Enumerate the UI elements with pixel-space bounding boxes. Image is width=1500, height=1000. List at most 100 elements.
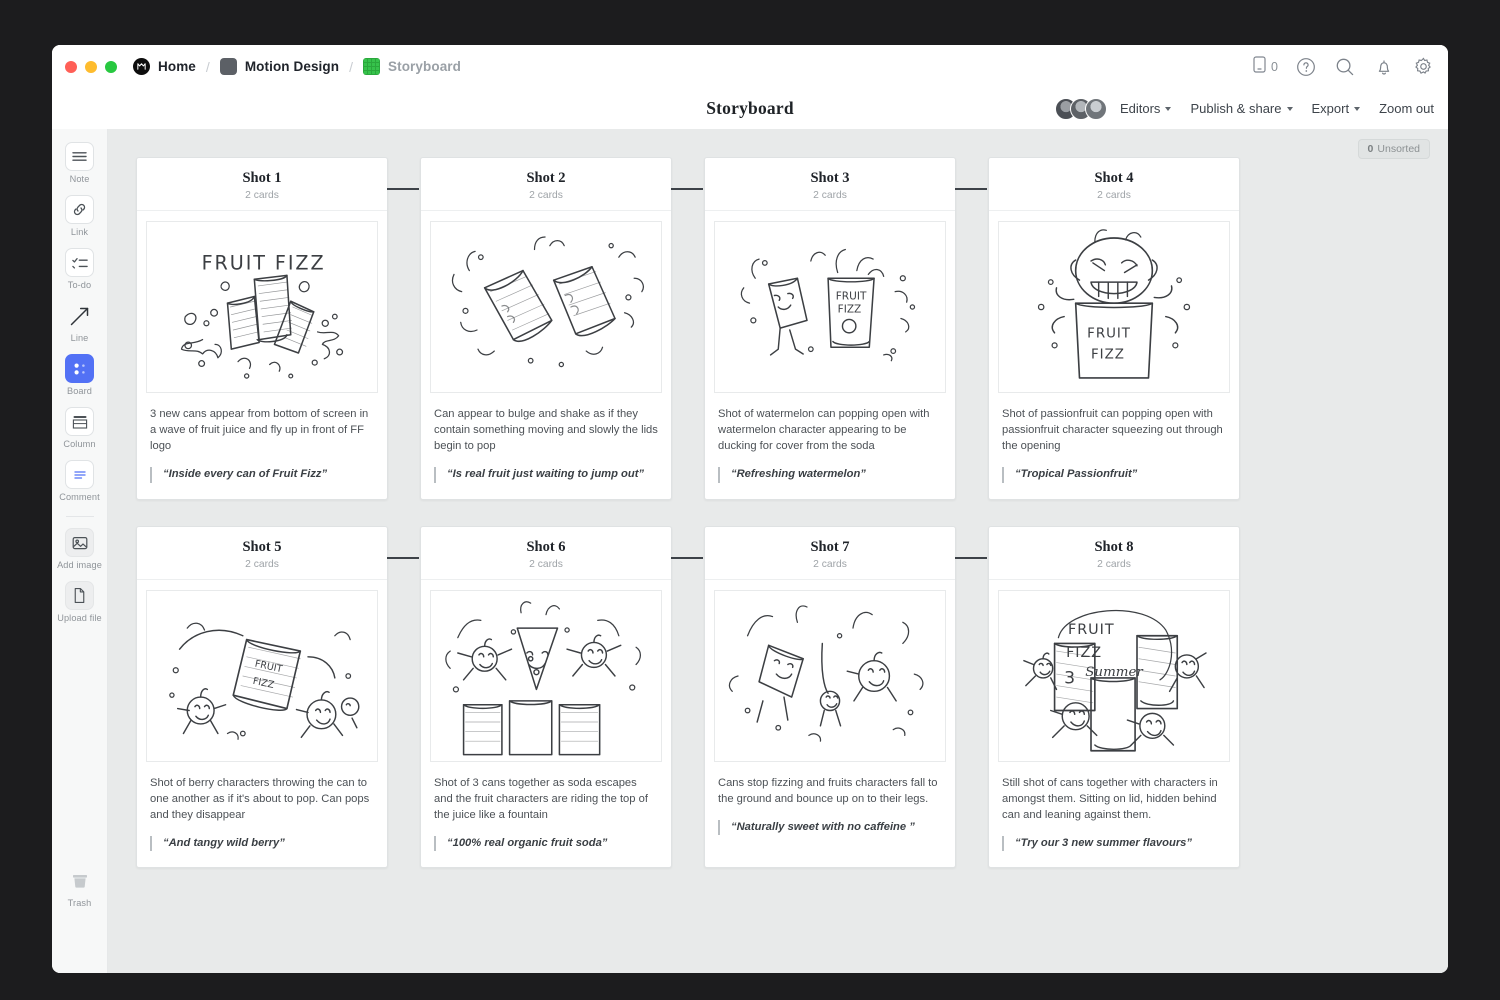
todo-icon <box>65 248 94 277</box>
card-subtitle: 2 cards <box>813 558 847 570</box>
topbar-actions: 0 <box>1253 55 1434 78</box>
card-sketch-thumbnail[interactable] <box>714 589 946 762</box>
help-icon[interactable] <box>1295 56 1317 78</box>
app-body: Note Link To-do Line Board Column Commen… <box>52 129 1448 973</box>
card-sketch-thumbnail[interactable]: FRUIT FIZZ <box>998 221 1230 393</box>
card-subtitle: 2 cards <box>529 190 563 201</box>
board-header: Storyboard Editors Publish & share Expor… <box>52 88 1448 129</box>
svg-text:FRUIT FIZZ: FRUIT FIZZ <box>202 252 326 275</box>
tool-sidebar: Note Link To-do Line Board Column Commen… <box>52 129 108 973</box>
board-icon <box>65 354 94 383</box>
sidebar-item-link[interactable]: Link <box>54 195 106 237</box>
maximize-window-button[interactable] <box>105 60 117 73</box>
zoom-out-button[interactable]: Zoom out <box>1379 101 1434 116</box>
svg-text:FRUIT: FRUIT <box>1087 327 1131 342</box>
milanote-logo-icon <box>133 58 150 75</box>
sidebar-label-line: Line <box>70 333 89 343</box>
card-subtitle: 2 cards <box>1097 558 1131 570</box>
card-body: Shot of watermelon can popping open with… <box>705 393 955 499</box>
card-title: Shot 8 <box>1094 538 1134 555</box>
card-description: Cans stop fizzing and fruits characters … <box>718 776 938 805</box>
editor-avatars[interactable] <box>1054 97 1107 120</box>
card-subtitle: 2 cards <box>813 190 847 201</box>
storyboard-card[interactable]: Shot 1 2 cards FRUIT FIZZ 3 new cans app… <box>136 157 419 500</box>
card-connector <box>955 188 987 190</box>
card-body: Shot of passionfruit can popping open wi… <box>989 393 1239 499</box>
card-quote: “Tropical Passionfruit” <box>1002 467 1226 483</box>
card-sketch-thumbnail[interactable]: FRUIT FIZZ 3 Summer <box>998 589 1230 762</box>
breadcrumb-label-home: Home <box>158 59 196 74</box>
card-subtitle: 2 cards <box>245 558 279 570</box>
sidebar-item-board[interactable]: Board <box>54 354 106 396</box>
note-icon <box>65 142 94 171</box>
storyboard-card[interactable]: Shot 2 2 cards Can appear to bulge and s… <box>420 157 703 500</box>
publish-share-button[interactable]: Publish & share <box>1190 101 1293 116</box>
sidebar-label-note: Note <box>69 174 90 184</box>
card-body: Cans stop fizzing and fruits characters … <box>705 762 955 852</box>
image-icon <box>65 528 94 557</box>
window-titlebar: Home / Motion Design / Storyboard 0 <box>52 45 1448 88</box>
card-sketch-thumbnail[interactable]: FRUIT FIZZ <box>714 221 946 393</box>
card-header: Shot 1 2 cards <box>137 158 387 211</box>
sidebar-item-todo[interactable]: To-do <box>54 248 106 290</box>
sidebar-item-add-image[interactable]: Add image <box>54 528 106 570</box>
card-sketch-thumbnail[interactable] <box>430 589 662 762</box>
storyboard-card[interactable]: Shot 4 2 cards FRUIT FIZZ Shot of passio… <box>988 157 1240 500</box>
card-sketch-thumbnail[interactable]: FRUIT FIZZ <box>146 221 378 393</box>
sidebar-item-note[interactable]: Note <box>54 142 106 184</box>
svg-text:FRUIT: FRUIT <box>254 658 284 675</box>
mobile-devices-button[interactable]: 0 <box>1253 55 1278 78</box>
zoom-out-label: Zoom out <box>1379 101 1434 116</box>
two-shaking-cans-sketch <box>451 236 644 368</box>
editors-button[interactable]: Editors <box>1120 101 1172 116</box>
minimize-window-button[interactable] <box>85 60 97 73</box>
sidebar-item-trash[interactable]: Trash <box>54 866 106 919</box>
sidebar-item-comment[interactable]: Comment <box>54 460 106 502</box>
card-header: Shot 4 2 cards <box>989 158 1239 211</box>
card-connector <box>955 556 987 559</box>
gear-icon[interactable] <box>1412 56 1434 78</box>
sidebar-item-column[interactable]: Column <box>54 407 106 449</box>
storyboard-card[interactable]: Shot 5 2 cards FRUIT FIZZ Shot of berry … <box>136 525 419 869</box>
svg-text:FIZZ: FIZZ <box>838 304 862 316</box>
board-canvas[interactable]: 0 Unsorted Shot 1 2 cards FRUIT FIZZ 3 n… <box>108 129 1448 973</box>
three-cans-splash-fruit-fizz-logo-sketch: FRUIT FIZZ <box>180 252 344 379</box>
card-title: Shot 7 <box>810 538 850 555</box>
breadcrumb-label-motion-design: Motion Design <box>244 59 340 74</box>
storyboard-card[interactable]: Shot 6 2 cards Shot of 3 cans together a… <box>420 525 703 869</box>
card-connector <box>671 188 703 190</box>
export-button[interactable]: Export <box>1312 101 1361 116</box>
card-sketch-thumbnail[interactable] <box>430 221 662 393</box>
card-quote: “Naturally sweet with no caffeine ” <box>718 819 942 836</box>
sidebar-item-line[interactable]: Line <box>54 301 106 343</box>
sidebar-divider <box>65 516 94 517</box>
breadcrumb-separator: / <box>349 58 353 75</box>
card-connector <box>387 188 419 190</box>
svg-text:FRUIT: FRUIT <box>1068 622 1115 638</box>
storyboard-card[interactable]: Shot 3 2 cards FRUIT FIZZ Shot of waterm… <box>704 157 987 500</box>
three-cans-fountain-characters-sketch <box>445 600 642 756</box>
card-quote: “Try our 3 new summer flavours” <box>1002 835 1226 852</box>
breadcrumb-item-home[interactable]: Home <box>133 58 196 75</box>
card-subtitle: 2 cards <box>529 558 563 570</box>
final-group-shot-3-summer-sketch: FRUIT FIZZ 3 Summer <box>1023 609 1207 752</box>
search-icon[interactable] <box>1334 56 1356 78</box>
card-body: 3 new cans appear from bottom of screen … <box>137 393 387 499</box>
card-body: Shot of berry characters throwing the ca… <box>137 762 387 868</box>
card-title: Shot 2 <box>526 170 566 186</box>
storyboard-card[interactable]: Shot 7 2 cards Cans stop fizzing and fru… <box>704 525 987 869</box>
traffic-lights <box>65 60 117 73</box>
bell-icon[interactable] <box>1373 56 1395 78</box>
breadcrumb-separator: / <box>205 58 210 75</box>
close-window-button[interactable] <box>65 60 77 73</box>
breadcrumb-item-storyboard[interactable]: Storyboard <box>363 58 461 75</box>
card-connector <box>671 556 703 559</box>
sidebar-item-upload-file[interactable]: Upload file <box>54 581 106 623</box>
trash-tool[interactable]: Trash <box>54 866 106 908</box>
storyboard-card[interactable]: Shot 8 2 cards FRUIT FIZZ 3 Summer Still… <box>988 525 1240 869</box>
card-sketch-thumbnail[interactable]: FRUIT FIZZ <box>146 589 378 762</box>
breadcrumb-item-motion-design[interactable]: Motion Design <box>219 58 340 75</box>
chevron-down-icon <box>1354 107 1361 111</box>
sidebar-label-trash: Trash <box>67 898 92 908</box>
unsorted-badge[interactable]: 0 Unsorted <box>1357 139 1430 159</box>
